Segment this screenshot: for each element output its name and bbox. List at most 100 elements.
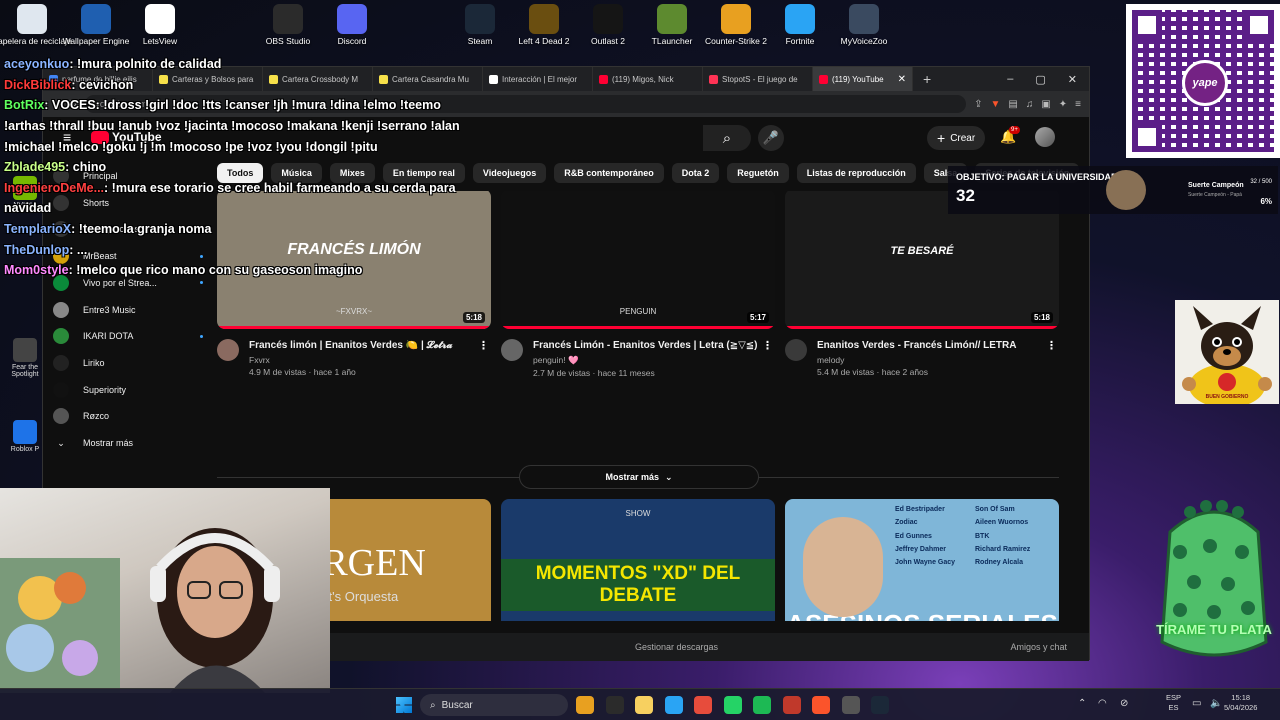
chat-username[interactable]: DickBiblick — [4, 78, 71, 92]
channel-name[interactable]: Fxvrx — [249, 355, 466, 365]
sidebar-toggle-icon[interactable]: ▤ — [1008, 99, 1017, 110]
friends-chat-link[interactable]: Amigos y chat — [1010, 642, 1067, 652]
taskbar-app-icon[interactable] — [753, 696, 771, 714]
wifi-icon[interactable]: ◠ — [1098, 697, 1107, 710]
taskbar-app-icon[interactable] — [605, 696, 624, 714]
channel-icon — [53, 408, 69, 425]
desktop-shortcut[interactable]: Fear the Spotlight — [6, 338, 44, 378]
filter-chip[interactable]: Listas de reproducción — [796, 163, 916, 183]
sidebar-item[interactable]: Superiority — [53, 377, 203, 403]
maximize-button[interactable]: ▢ — [1035, 73, 1045, 86]
channel-avatar[interactable] — [501, 339, 523, 361]
taskbar-app-icon[interactable] — [841, 696, 860, 714]
wallet-icon[interactable]: ▣ — [1041, 99, 1050, 110]
channel-name[interactable]: melody — [817, 355, 1031, 365]
sidebar-item[interactable]: Liriko — [53, 350, 203, 376]
manage-downloads-link[interactable]: Gestionar descargas — [635, 642, 718, 652]
video-card[interactable]: TE BESARÉ 5:18 Enanitos Verdes - Francés L… — [785, 191, 1059, 377]
dog-caption: BUEN GOBIERNO — [1205, 394, 1249, 400]
filter-chip[interactable]: R&B contemporáneo — [554, 163, 664, 183]
extensions-icon[interactable]: ✦ — [1059, 99, 1067, 110]
chat-text: : !melco que rico mano con su gaseoson i… — [68, 263, 363, 278]
windows-taskbar: ⌕ Buscar ⌃ ◠ ⊘ ESP ES ▭ 🔈 15:18 5/04/202… — [0, 688, 1280, 720]
chat-username[interactable]: Zblade495 — [4, 160, 65, 174]
thumbnail-subtitle: PENGUIN — [619, 307, 657, 316]
minimize-button[interactable]: – — [1007, 73, 1013, 86]
chat-username[interactable]: aceyonkuo — [4, 57, 69, 71]
mic-muted-icon[interactable]: ⊘ — [1120, 697, 1128, 710]
desktop-shortcut[interactable]: Discord — [312, 4, 392, 47]
notifications-button[interactable]: 🔔 9+ — [1000, 126, 1020, 145]
dog-illustration — [1182, 306, 1272, 404]
taskbar-app-icon[interactable] — [576, 696, 594, 714]
clock[interactable]: 15:18 5/04/2026 — [1224, 693, 1257, 713]
sidebar-item[interactable]: IKARI DOTA — [53, 323, 203, 349]
browser-tab[interactable]: Interacción | El mejor — [483, 67, 593, 91]
close-button[interactable]: ✕ — [1068, 73, 1077, 86]
sidebar-item[interactable]: ⌄ Mostrar más — [53, 430, 203, 456]
tab-close-icon[interactable]: ✕ — [898, 74, 906, 85]
chat-username[interactable]: TemplarioX — [4, 222, 71, 236]
iceberg-names: Ed Bestripader Son Of Sam Zodiac Aileen Wuo… — [895, 503, 1055, 569]
lang-bottom: ES — [1168, 702, 1179, 712]
browser-tab[interactable]: (119) YouTube ✕ — [813, 67, 913, 91]
create-button[interactable]: + Crear — [927, 126, 986, 150]
search-button[interactable]: ⌕ — [703, 125, 751, 151]
taskbar-app-icon[interactable] — [694, 696, 712, 714]
browser-tab[interactable]: (119) Migos, Nick — [593, 67, 703, 91]
more-options-icon[interactable]: ⋮ — [762, 339, 773, 352]
more-options-icon[interactable]: ⋮ — [478, 339, 489, 352]
channel-avatar[interactable] — [785, 339, 807, 361]
chat-username[interactable]: BotRix — [4, 98, 44, 112]
filter-chip[interactable]: Dota 2 — [671, 163, 720, 183]
volume-icon[interactable]: 🔈 — [1210, 697, 1222, 710]
video-card[interactable]: ASESINOS SERIALESEd BestripaderSon Of Sa… — [785, 499, 1059, 621]
taskbar-search[interactable]: ⌕ Buscar — [420, 694, 568, 716]
chat-username[interactable]: IngenieroDeMe... — [4, 181, 104, 195]
taskbar-app-icon[interactable] — [812, 696, 830, 714]
brave-shield-icon[interactable]: ▼ — [990, 99, 1000, 110]
share-icon[interactable]: ⇪ — [974, 99, 982, 110]
sidebar-item[interactable]: Entre3 Music — [53, 297, 203, 323]
chat-username[interactable]: TheDunlop — [4, 243, 69, 257]
chat-text: : cevichon — [71, 77, 134, 92]
mic-icon: 🎤 — [762, 130, 780, 145]
desktop-shortcut[interactable]: MyVoiceZoo — [824, 4, 904, 47]
network-icon[interactable]: ▭ — [1192, 697, 1201, 710]
chat-message: Mom0style: !melco que rico mano con su g… — [4, 260, 484, 281]
music-icon[interactable]: ♫ — [1026, 99, 1034, 110]
chat-username[interactable]: Mom0style — [4, 263, 69, 277]
channel-avatar[interactable] — [217, 339, 239, 361]
video-card[interactable]: MOMENTOS "XD" DEL DEBATESHOW14:41LAS PEL… — [501, 499, 775, 621]
show-more-button[interactable]: Mostrar más ⌄ — [519, 465, 759, 489]
taskbar-app-icon[interactable] — [871, 696, 889, 714]
taskbar-app-icon[interactable] — [782, 696, 801, 714]
browser-tab[interactable]: StopotS - El juego de — [703, 67, 813, 91]
desktop-shortcut[interactable]: Roblox P — [6, 420, 44, 453]
tray-chevron-icon[interactable]: ⌃ — [1078, 697, 1086, 710]
new-tab-button[interactable]: + — [913, 71, 941, 87]
desktop-shortcut[interactable]: LetsView — [120, 4, 200, 47]
account-avatar[interactable] — [1035, 127, 1055, 147]
start-button[interactable] — [396, 697, 412, 713]
show-more-label: Mostrar más — [605, 472, 659, 482]
video-card[interactable]: PENGUIN 5:17 Francés Limón - Enanitos Verd… — [501, 191, 775, 378]
taskbar-app-icon[interactable] — [723, 696, 742, 714]
language-indicator[interactable]: ESP ES — [1166, 693, 1181, 713]
video-title[interactable]: Enanitos Verdes - Francés Limón// LETRA — [817, 339, 1031, 353]
video-thumbnail[interactable]: PENGUIN 5:17 — [501, 191, 775, 329]
channel-name[interactable]: penguin! 🩷 — [533, 355, 772, 366]
more-options-icon[interactable]: ⋮ — [1046, 339, 1057, 352]
taskbar-app-icon[interactable] — [635, 696, 653, 714]
voice-search-button[interactable]: 🎤 — [758, 125, 784, 151]
filter-chip[interactable]: Reguetón — [727, 163, 789, 183]
taskbar-app-icon[interactable] — [664, 696, 683, 714]
video-title[interactable]: Francés limón | Enanitos Verdes 🍋 | 𝓛𝓮𝓽𝓻… — [249, 339, 466, 353]
video-thumbnail[interactable]: ASESINOS SERIALESEd BestripaderSon Of Sa… — [785, 499, 1059, 621]
video-title[interactable]: Francés Limón - Enanitos Verdes | Letra … — [533, 339, 772, 353]
chat-text: : chino — [65, 160, 107, 175]
video-thumbnail[interactable]: MOMENTOS "XD" DEL DEBATESHOW14:41 — [501, 499, 775, 621]
sidebar-item[interactable]: Røzco — [53, 403, 203, 429]
menu-icon[interactable]: ≡ — [1075, 99, 1081, 110]
goal-value: 32 — [956, 186, 975, 205]
